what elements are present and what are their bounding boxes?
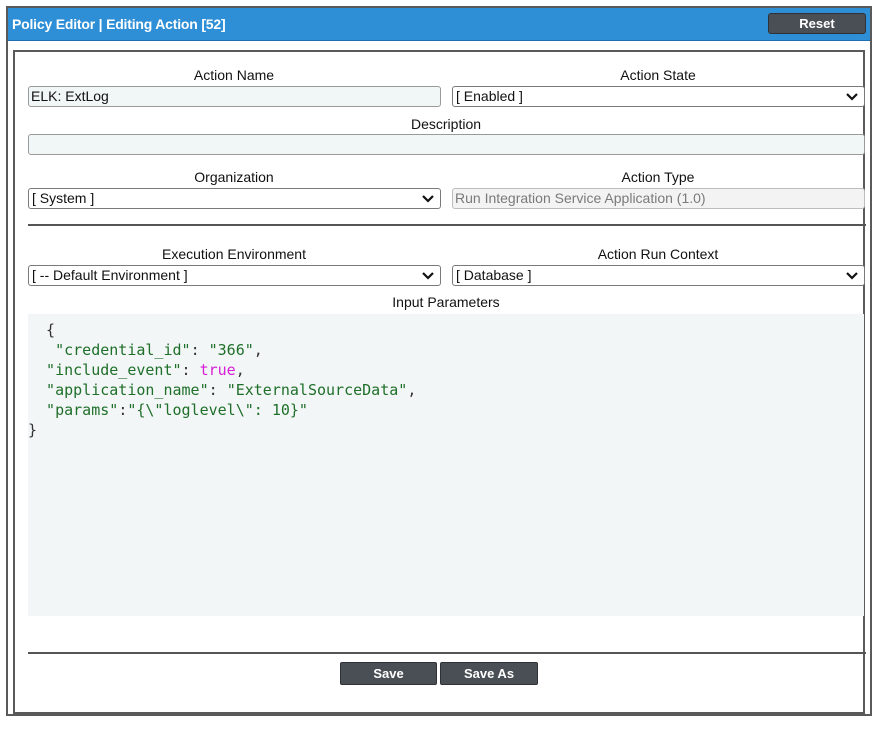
chevron-down-icon	[846, 272, 858, 280]
action-run-context-value: [ Database ]	[456, 267, 532, 283]
input-parameters-label: Input Parameters	[392, 294, 500, 310]
divider	[28, 224, 866, 226]
code-sep: :	[208, 381, 227, 399]
organization-value: [ System ]	[32, 190, 95, 206]
code-end: ,	[253, 341, 263, 359]
code-line: "application_name": "ExternalSourceData"…	[28, 380, 416, 401]
code-text: {	[28, 321, 56, 339]
description-label: Description	[410, 116, 482, 132]
code-key: "application_name"	[28, 381, 209, 399]
action-state-value: [ Enabled ]	[456, 88, 523, 104]
code-sep: :	[118, 401, 128, 419]
save-as-button[interactable]: Save As	[440, 662, 538, 685]
execution-environment-select[interactable]: [ -- Default Environment ]	[28, 265, 441, 286]
code-end: ,	[407, 381, 417, 399]
policy-editor-window: Policy Editor | Editing Action [52] Rese…	[6, 6, 872, 716]
action-name-input[interactable]: ELK: ExtLog	[28, 86, 441, 107]
code-line: {	[28, 320, 55, 341]
save-button[interactable]: Save	[340, 662, 437, 685]
action-run-context-select[interactable]: [ Database ]	[452, 265, 865, 286]
code-key: "include_event"	[28, 361, 182, 379]
code-key: "params"	[28, 401, 119, 419]
execution-environment-label: Execution Environment	[162, 246, 306, 262]
code-sep: :	[190, 341, 209, 359]
window-title: Policy Editor | Editing Action [52]	[12, 16, 226, 32]
action-name-label: Action Name	[193, 67, 275, 83]
code-line: "params":"{\"loglevel\": 10}"	[28, 400, 308, 421]
code-line: "credential_id": "366",	[28, 340, 263, 361]
description-input[interactable]	[28, 134, 865, 155]
action-state-select[interactable]: [ Enabled ]	[452, 86, 865, 107]
code-line: }	[28, 420, 37, 441]
code-line: "include_event": true,	[28, 360, 245, 381]
title-bar: Policy Editor | Editing Action [52] Rese…	[8, 8, 870, 41]
code-value: "366"	[208, 341, 254, 359]
code-sep: :	[181, 361, 200, 379]
code-value: "ExternalSourceData"	[226, 381, 408, 399]
organization-label: Organization	[194, 169, 274, 185]
input-parameters-editor[interactable]: { "credential_id": "366", "include_event…	[28, 314, 864, 616]
action-type-field: Run Integration Service Application (1.0…	[452, 188, 865, 209]
action-form-panel: Action Name ELK: ExtLog Action State [ E…	[13, 50, 866, 714]
code-key: "credential_id"	[28, 341, 191, 359]
chevron-down-icon	[422, 195, 434, 203]
reset-button[interactable]: Reset	[768, 13, 866, 34]
chevron-down-icon	[422, 272, 434, 280]
code-value: "{\"loglevel\": 10}"	[127, 401, 308, 419]
code-end: ,	[235, 361, 245, 379]
organization-select[interactable]: [ System ]	[28, 188, 441, 209]
action-type-label: Action Type	[621, 169, 695, 185]
action-state-label: Action State	[620, 67, 696, 83]
code-keyword: true	[199, 361, 236, 379]
divider	[28, 652, 866, 654]
code-text: }	[28, 421, 38, 439]
execution-environment-value: [ -- Default Environment ]	[32, 267, 188, 283]
chevron-down-icon	[846, 93, 858, 101]
action-run-context-label: Action Run Context	[597, 246, 719, 262]
